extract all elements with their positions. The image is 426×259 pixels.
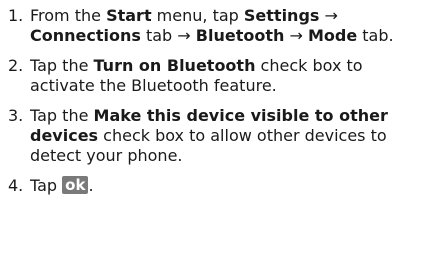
step-number: 3. (8, 106, 24, 125)
settings-ref: Settings (243, 6, 320, 25)
mode-ref: Mode (307, 26, 358, 45)
instruction-page: 1. From the Start menu, tap Settings → Co… (0, 0, 426, 259)
start-menu-ref: Start (106, 6, 152, 25)
step-number: 1. (8, 6, 24, 25)
steps-list: 1. From the Start menu, tap Settings → Co… (8, 6, 418, 196)
ok-button-icon: ok (62, 176, 89, 194)
step-1: 1. From the Start menu, tap Settings → Co… (8, 6, 418, 46)
step-3: 3. Tap the Make this device visible to ot… (8, 106, 418, 166)
step-text: Tap the Turn on Bluetooth check box to a… (30, 56, 363, 95)
connections-ref: Connections (30, 26, 141, 45)
step-number: 4. (8, 176, 24, 195)
step-text: Tap the Make this device visible to othe… (30, 106, 388, 165)
bluetooth-ref: Bluetooth (195, 26, 285, 45)
step-text: From the Start menu, tap Settings → Conn… (30, 6, 394, 45)
step-4: 4. Tap ok. (8, 176, 418, 196)
turn-on-bluetooth-ref: Turn on Bluetooth (93, 56, 256, 75)
step-2: 2. Tap the Turn on Bluetooth check box to… (8, 56, 418, 96)
step-number: 2. (8, 56, 24, 75)
step-text: Tap ok. (30, 176, 94, 195)
